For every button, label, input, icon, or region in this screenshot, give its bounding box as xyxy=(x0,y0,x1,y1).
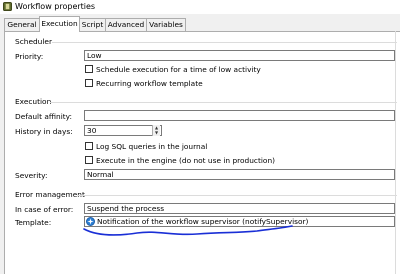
in-case-of-error-label: In case of error: xyxy=(15,205,74,214)
priority-select[interactable]: Low xyxy=(84,50,395,61)
history-days-spinner[interactable]: ▲ ▼ xyxy=(152,125,160,136)
scheduler-heading: Scheduler xyxy=(15,37,53,46)
execution-heading: Execution xyxy=(15,97,52,106)
log-sql-checkbox[interactable] xyxy=(85,142,93,150)
error-management-heading: Error management xyxy=(15,190,85,199)
recurring-template-checkbox[interactable] xyxy=(85,79,93,87)
template-label: Template: xyxy=(15,218,52,227)
workflow-app-icon xyxy=(3,2,12,11)
scheduler-divider xyxy=(52,42,397,43)
tab-advanced[interactable]: Advanced xyxy=(105,18,147,31)
priority-label: Priority: xyxy=(15,52,44,61)
error-management-divider xyxy=(78,195,397,196)
window-title: Workflow properties xyxy=(15,2,96,11)
execute-in-engine-checkbox[interactable] xyxy=(85,156,93,164)
severity-select[interactable]: Normal xyxy=(84,169,395,180)
recurring-template-label: Recurring workflow template xyxy=(96,79,203,88)
tab-general[interactable]: General xyxy=(4,18,40,31)
annotation-underline xyxy=(83,225,293,236)
in-case-of-error-select[interactable]: Suspend the process xyxy=(84,203,395,214)
schedule-low-activity-checkbox[interactable] xyxy=(85,65,93,73)
history-days-input[interactable]: 30 xyxy=(84,125,162,136)
log-sql-label: Log SQL queries in the journal xyxy=(96,142,208,151)
schedule-low-activity-label: Schedule execution for a time of low act… xyxy=(96,65,261,74)
default-affinity-input[interactable] xyxy=(84,110,395,121)
tab-execution[interactable]: Execution xyxy=(39,16,80,32)
severity-label: Severity: xyxy=(15,171,48,180)
execution-divider xyxy=(50,102,397,103)
default-affinity-label: Default affinity: xyxy=(15,112,72,121)
history-days-label: History in days: xyxy=(15,127,73,136)
tab-variables[interactable]: Variables xyxy=(146,18,186,31)
tab-script[interactable]: Script xyxy=(79,18,106,31)
execute-in-engine-label: Execute in the engine (do not use in pro… xyxy=(96,156,276,165)
spin-down-icon[interactable]: ▼ xyxy=(153,130,160,135)
window-right-edge xyxy=(395,31,396,274)
